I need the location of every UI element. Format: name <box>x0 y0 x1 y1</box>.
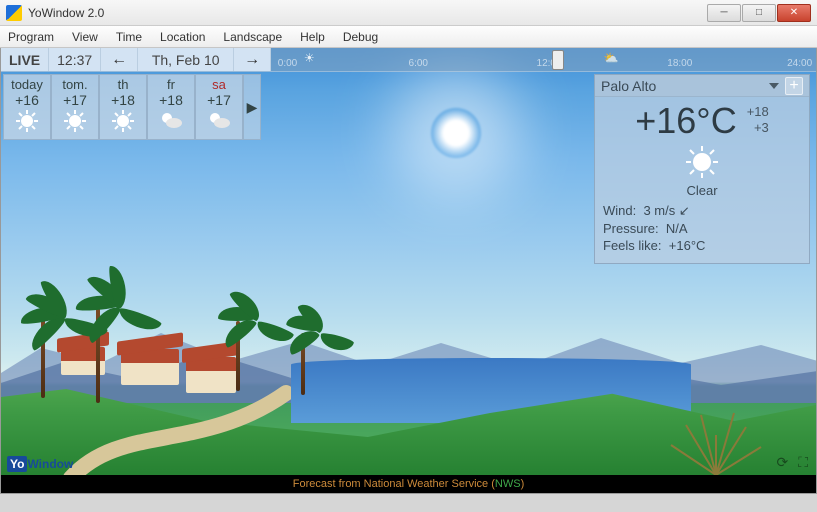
footer-suffix: ) <box>521 478 525 490</box>
clock[interactable]: 12:37 <box>49 48 101 71</box>
forecast-day-today[interactable]: today +16 <box>3 74 51 140</box>
timeline-tick: 18:00 <box>667 58 692 69</box>
window-controls: ─ □ ✕ <box>706 4 811 22</box>
partly-cloudy-icon: ⛅ <box>604 51 619 65</box>
menu-help[interactable]: Help <box>300 30 325 44</box>
maximize-button[interactable]: □ <box>742 4 776 22</box>
footer-prefix: Forecast from National Weather Service ( <box>293 478 495 490</box>
forecast-temp: +18 <box>100 92 146 108</box>
next-day-button[interactable]: → <box>234 48 271 71</box>
add-location-button[interactable]: + <box>785 77 803 95</box>
pressure-value: N/A <box>666 221 688 236</box>
partly-cloudy-icon <box>148 110 194 133</box>
arrow-down-left-icon: ↙ <box>679 203 690 218</box>
footer-source[interactable]: NWS <box>495 478 521 490</box>
titlebar: YoWindow 2.0 ─ □ ✕ <box>0 0 817 26</box>
forecast-label: tom. <box>52 77 98 92</box>
sun-icon <box>4 110 50 135</box>
timeline-track[interactable]: 0:00 6:00 12:00 18:00 24:00 ☀ ⛅ <box>271 48 816 71</box>
wind-label: Wind: <box>603 203 636 218</box>
forecast-day-th[interactable]: th +18 <box>99 74 147 140</box>
high-temperature: +18 <box>747 104 769 120</box>
location-name[interactable]: Palo Alto <box>601 78 763 94</box>
sun-icon <box>100 110 146 135</box>
feels-like-value: +16°C <box>669 238 706 253</box>
menu-debug[interactable]: Debug <box>343 30 378 44</box>
timeline-tick: 6:00 <box>409 58 428 69</box>
forecast-label: th <box>100 77 146 92</box>
palm-tree <box>236 321 240 391</box>
landscape-stage: LIVE 12:37 ← Th, Feb 10 → 0:00 6:00 12:0… <box>0 48 817 494</box>
forecast-label: fr <box>148 77 194 92</box>
close-button[interactable]: ✕ <box>777 4 811 22</box>
timeline-tick: 0:00 <box>278 58 297 69</box>
live-button[interactable]: LIVE <box>1 48 49 71</box>
forecast-temp: +17 <box>52 92 98 108</box>
timeline: LIVE 12:37 ← Th, Feb 10 → 0:00 6:00 12:0… <box>1 48 816 72</box>
location-dropdown-icon[interactable] <box>769 83 779 89</box>
footer: Forecast from National Weather Service (… <box>1 475 816 493</box>
timeline-controls: LIVE 12:37 ← Th, Feb 10 → <box>1 48 271 71</box>
low-temperature: +3 <box>747 120 769 136</box>
house <box>121 349 179 385</box>
forecast-label: sa <box>196 77 242 92</box>
wind-value: 3 m/s <box>643 203 675 218</box>
forecast-day-sa[interactable]: sa +17 <box>195 74 243 140</box>
pressure-label: Pressure: <box>603 221 659 236</box>
palm-tree <box>301 333 305 395</box>
condition-text: Clear <box>603 183 801 198</box>
bush <box>656 405 776 475</box>
date-display[interactable]: Th, Feb 10 <box>138 48 234 71</box>
forecast-temp: +17 <box>196 92 242 108</box>
sun-icon <box>603 144 801 183</box>
stage-controls: ⟳ ⛶ <box>776 454 808 471</box>
menu-time[interactable]: Time <box>116 30 142 44</box>
fullscreen-icon[interactable]: ⛶ <box>798 454 808 471</box>
window-title: YoWindow 2.0 <box>28 6 104 20</box>
sun-icon: ☀ <box>304 51 315 65</box>
forecast-more-button[interactable]: ▶ <box>243 74 261 140</box>
forecast-day-tomorrow[interactable]: tom. +17 <box>51 74 99 140</box>
app-icon <box>6 5 22 21</box>
forecast-temp: +18 <box>148 92 194 108</box>
timeline-cursor[interactable] <box>552 50 564 70</box>
prev-day-button[interactable]: ← <box>101 48 138 71</box>
menu-view[interactable]: View <box>72 30 98 44</box>
menu-landscape[interactable]: Landscape <box>223 30 282 44</box>
feels-like-label: Feels like: <box>603 238 662 253</box>
forecast-label: today <box>4 77 50 92</box>
partly-cloudy-icon <box>196 110 242 133</box>
brand-logo: YoWindow <box>7 457 73 471</box>
forecast-row: today +16 tom. +17 th +18 fr +18 sa +17 … <box>3 74 261 140</box>
minimize-button[interactable]: ─ <box>707 4 741 22</box>
sun-icon <box>52 110 98 135</box>
menubar: Program View Time Location Landscape Hel… <box>0 26 817 48</box>
forecast-day-fr[interactable]: fr +18 <box>147 74 195 140</box>
brand-yo: Yo <box>7 456 27 472</box>
weather-panel-header: Palo Alto + <box>595 75 809 97</box>
menu-location[interactable]: Location <box>160 30 205 44</box>
house <box>186 357 236 393</box>
palm-tree <box>96 308 100 403</box>
current-temperature: +16°C <box>635 100 736 142</box>
palm-tree <box>41 318 45 398</box>
sky-sun <box>431 108 481 158</box>
weather-panel: Palo Alto + +16°C +18 +3 Clear Wind: 3 m… <box>594 74 810 264</box>
refresh-icon[interactable]: ⟳ <box>776 454 788 471</box>
brand-window: Window <box>27 457 73 471</box>
menu-program[interactable]: Program <box>8 30 54 44</box>
timeline-tick: 24:00 <box>787 58 812 69</box>
forecast-temp: +16 <box>4 92 50 108</box>
